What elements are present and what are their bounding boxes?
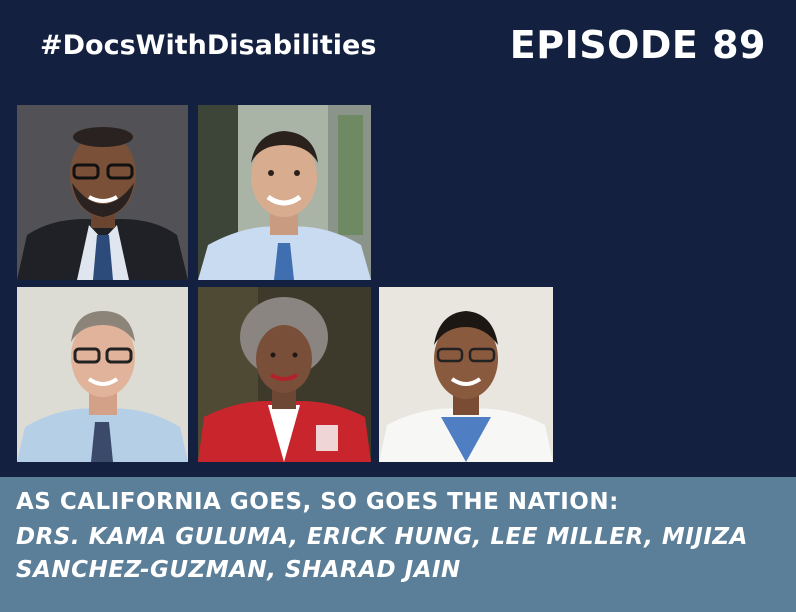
caption-band: AS CALIFORNIA GOES, SO GOES THE NATION: … <box>0 477 796 612</box>
guest-photo-1 <box>17 105 188 280</box>
guest-photo-3 <box>17 287 188 462</box>
guest-photo-2 <box>198 105 371 280</box>
episode-graphic: #DocsWithDisabilities EPISODE 89 AS CALI… <box>0 0 796 612</box>
episode-number: EPISODE 89 <box>509 23 766 67</box>
guest-photo-4 <box>198 287 371 462</box>
guest-names: DRS. KAMA GULUMA, ERICK HUNG, LEE MILLER… <box>16 524 748 583</box>
hashtag-title: #DocsWithDisabilities <box>40 30 377 61</box>
episode-title: AS CALIFORNIA GOES, SO GOES THE NATION: <box>16 489 619 515</box>
guest-photo-5 <box>379 287 553 462</box>
